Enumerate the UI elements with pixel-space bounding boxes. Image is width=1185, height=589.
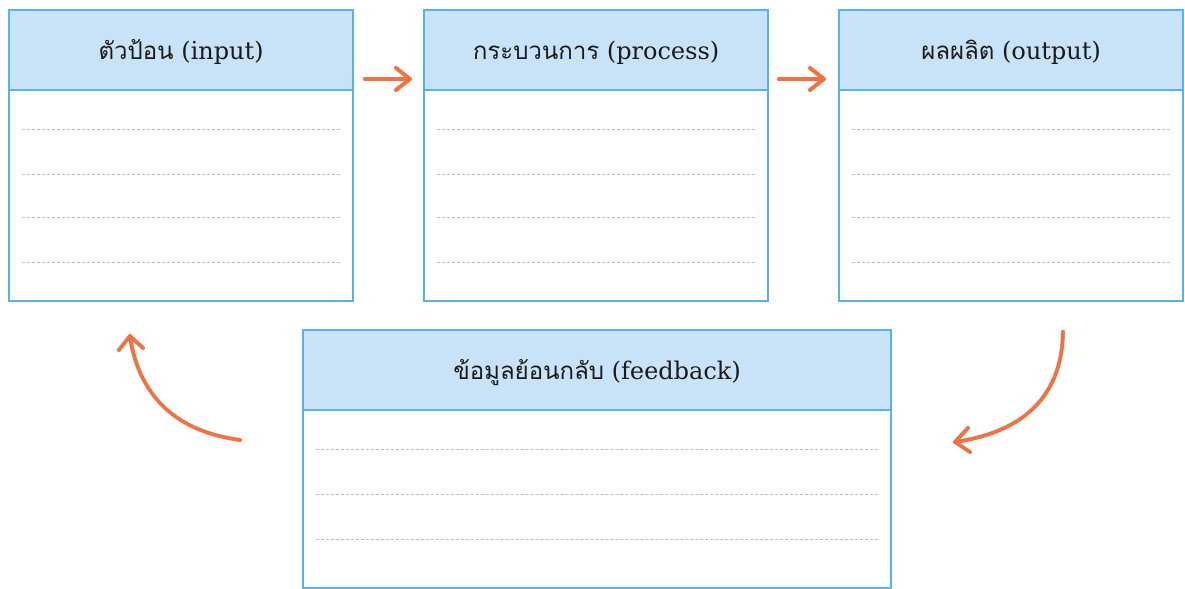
writing-line bbox=[437, 174, 755, 175]
writing-line bbox=[437, 129, 755, 130]
input-box: ตัวป้อน (input) bbox=[8, 9, 354, 302]
writing-line bbox=[437, 262, 755, 263]
writing-line bbox=[852, 217, 1170, 218]
writing-line bbox=[316, 539, 878, 540]
arrow-process-to-output bbox=[777, 66, 826, 92]
arrow-output-to-feedback bbox=[953, 330, 1065, 454]
writing-line bbox=[852, 262, 1170, 263]
writing-line bbox=[852, 129, 1170, 130]
output-box-writing-area[interactable] bbox=[840, 91, 1182, 300]
writing-line bbox=[316, 449, 878, 450]
writing-line bbox=[22, 217, 340, 218]
input-box-title: ตัวป้อน (input) bbox=[10, 11, 352, 91]
feedback-box-title: ข้อมูลย้อนกลับ (feedback) bbox=[304, 331, 890, 411]
arrow-feedback-to-input bbox=[117, 334, 242, 442]
writing-line bbox=[22, 262, 340, 263]
writing-line bbox=[437, 217, 755, 218]
input-box-writing-area[interactable] bbox=[10, 91, 352, 300]
output-box: ผลผลิต (output) bbox=[838, 9, 1184, 302]
writing-line bbox=[852, 174, 1170, 175]
feedback-box: ข้อมูลย้อนกลับ (feedback) bbox=[302, 329, 892, 589]
process-box-title: กระบวนการ (process) bbox=[425, 11, 767, 91]
writing-line bbox=[316, 494, 878, 495]
writing-line bbox=[22, 129, 340, 130]
process-box: กระบวนการ (process) bbox=[423, 9, 769, 302]
process-box-writing-area[interactable] bbox=[425, 91, 767, 300]
output-box-title: ผลผลิต (output) bbox=[840, 11, 1182, 91]
writing-line bbox=[22, 174, 340, 175]
feedback-box-writing-area[interactable] bbox=[304, 411, 890, 587]
arrow-input-to-process bbox=[363, 66, 412, 92]
